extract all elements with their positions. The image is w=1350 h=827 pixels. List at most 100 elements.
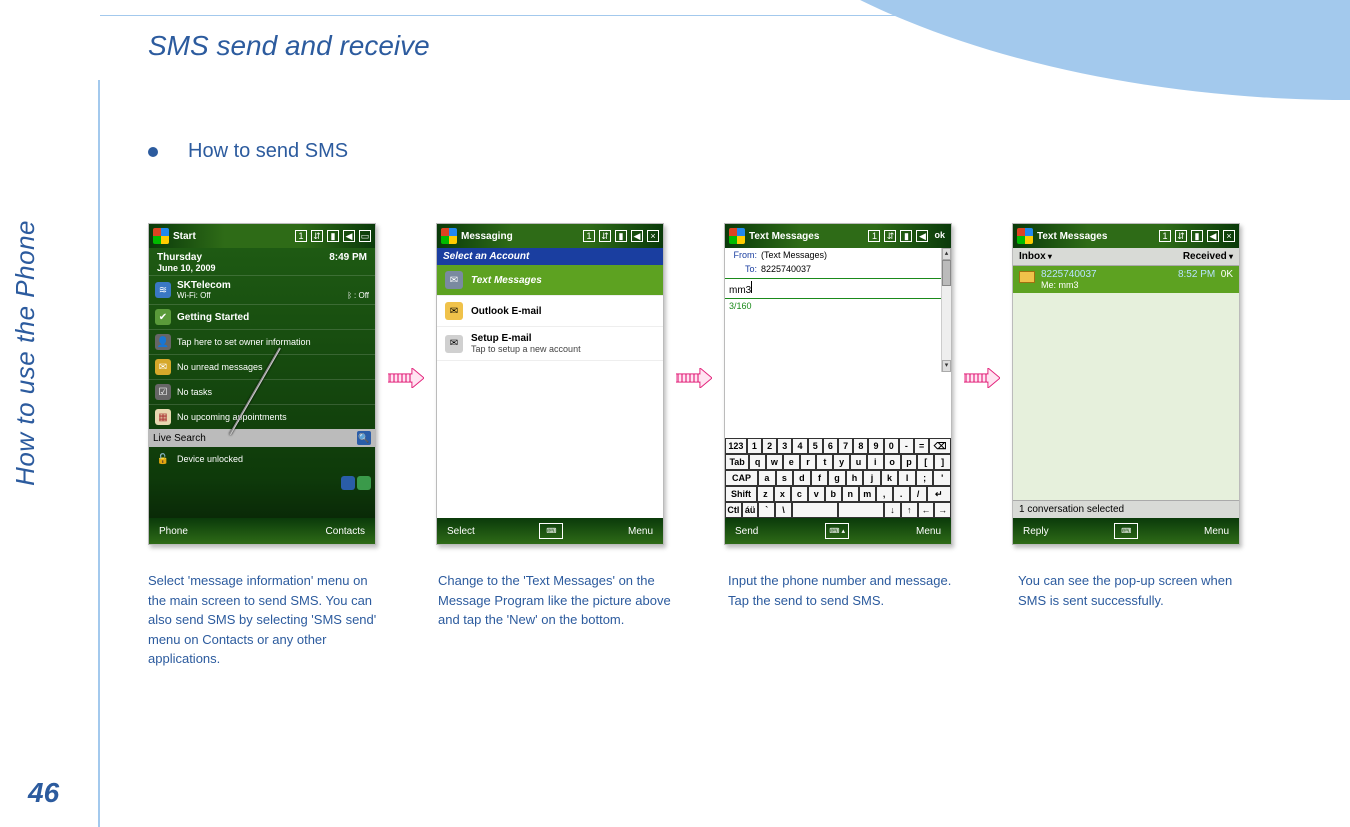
keyboard-key[interactable]: [: [917, 454, 934, 470]
appointments-item[interactable]: No upcoming appointments: [177, 412, 287, 422]
owner-info-item[interactable]: Tap here to set owner information: [177, 337, 311, 347]
account-outlook[interactable]: ✉ Outlook E-mail: [437, 296, 663, 327]
keyboard-key[interactable]: 123: [725, 438, 747, 454]
keyboard-key[interactable]: z: [757, 486, 774, 502]
live-search-button[interactable]: 🔍: [357, 431, 371, 445]
from-value[interactable]: (Text Messages): [761, 250, 827, 260]
scroll-down-button[interactable]: ▾: [942, 360, 951, 372]
keyboard-key[interactable]: /: [910, 486, 927, 502]
keyboard-key[interactable]: m: [859, 486, 876, 502]
keyboard-key[interactable]: s: [776, 470, 794, 486]
close-icon[interactable]: ×: [647, 230, 659, 242]
softkey-menu[interactable]: Menu: [628, 526, 653, 537]
device-lock-item[interactable]: Device unlocked: [177, 454, 243, 464]
keyboard-key[interactable]: w: [766, 454, 783, 470]
keyboard-key[interactable]: u: [850, 454, 867, 470]
keyboard-key[interactable]: 0: [884, 438, 899, 454]
keyboard-key[interactable]: 5: [808, 438, 823, 454]
message-field[interactable]: mm3: [729, 285, 751, 296]
keyboard-key[interactable]: p: [901, 454, 918, 470]
keyboard-key[interactable]: →: [934, 502, 951, 518]
keyboard-key[interactable]: Tab: [725, 454, 749, 470]
keyboard-key[interactable]: 1: [747, 438, 762, 454]
keyboard-icon[interactable]: ⌨: [1114, 523, 1138, 539]
softkey-send[interactable]: Send: [735, 526, 758, 537]
keyboard-key[interactable]: ↑: [901, 502, 918, 518]
keyboard-key[interactable]: y: [833, 454, 850, 470]
tasks-item[interactable]: No tasks: [177, 387, 212, 397]
account-text-messages[interactable]: ✉ Text Messages: [437, 265, 663, 296]
keyboard-key[interactable]: q: [749, 454, 766, 470]
softkey-contacts[interactable]: Contacts: [326, 526, 365, 537]
keyboard-key[interactable]: f: [811, 470, 829, 486]
keyboard-key[interactable]: =: [914, 438, 929, 454]
keyboard-key[interactable]: 3: [777, 438, 792, 454]
softkey-select[interactable]: Select: [447, 526, 475, 537]
keyboard-key[interactable]: l: [898, 470, 916, 486]
tray-icon-2[interactable]: [357, 476, 371, 490]
keyboard-key[interactable]: 6: [823, 438, 838, 454]
keyboard-key[interactable]: 9: [868, 438, 883, 454]
keyboard-key[interactable]: `: [758, 502, 775, 518]
keyboard-key[interactable]: t: [816, 454, 833, 470]
sort-dropdown[interactable]: Received: [1183, 251, 1233, 262]
keyboard-key[interactable]: o: [884, 454, 901, 470]
scroll-thumb[interactable]: [942, 260, 951, 286]
keyboard-key[interactable]: ←: [918, 502, 935, 518]
to-field[interactable]: 8225740037: [761, 264, 811, 274]
keyboard-key[interactable]: Shift: [725, 486, 757, 502]
live-search-label[interactable]: Live Search: [153, 433, 206, 444]
messages-item[interactable]: No unread messages: [177, 362, 263, 372]
keyboard-key[interactable]: ,: [876, 486, 893, 502]
keyboard-icon[interactable]: ⌨: [539, 523, 563, 539]
keyboard-key[interactable]: r: [800, 454, 817, 470]
scrollbar[interactable]: ▴ ▾: [941, 248, 951, 372]
keyboard-key[interactable]: ': [933, 470, 951, 486]
getting-started-item[interactable]: Getting Started: [177, 312, 249, 323]
keyboard-key[interactable]: ;: [916, 470, 934, 486]
softkey-reply[interactable]: Reply: [1023, 526, 1049, 537]
keyboard-key[interactable]: b: [825, 486, 842, 502]
keyboard-key[interactable]: 4: [792, 438, 807, 454]
carrier-label[interactable]: SKTelecom: [177, 280, 369, 291]
keyboard-key[interactable]: ↓: [884, 502, 901, 518]
softkey-menu[interactable]: Menu: [1204, 526, 1229, 537]
bt-status[interactable]: : Off: [354, 291, 369, 300]
keyboard-key[interactable]: i: [867, 454, 884, 470]
keyboard-key[interactable]: j: [863, 470, 881, 486]
keyboard-icon[interactable]: ⌨ ▴: [825, 523, 849, 539]
keyboard-key[interactable]: áü: [742, 502, 759, 518]
keyboard-key[interactable]: 7: [838, 438, 853, 454]
keyboard-key[interactable]: h: [846, 470, 864, 486]
keyboard-key[interactable]: CAP: [725, 470, 758, 486]
keyboard-key[interactable]: .: [893, 486, 910, 502]
account-setup-email[interactable]: ✉ Setup E-mail Tap to setup a new accoun…: [437, 327, 663, 361]
wifi-status[interactable]: Wi-Fi: Off: [177, 291, 211, 300]
on-screen-keyboard[interactable]: 1231234567890-=⌫Tabqwertyuiop[]CAPasdfgh…: [725, 438, 951, 518]
keyboard-key[interactable]: 8: [853, 438, 868, 454]
keyboard-key[interactable]: ]: [934, 454, 951, 470]
keyboard-key[interactable]: c: [791, 486, 808, 502]
scroll-up-button[interactable]: ▴: [942, 248, 951, 260]
keyboard-key[interactable]: [792, 502, 838, 518]
keyboard-key[interactable]: -: [899, 438, 914, 454]
keyboard-key[interactable]: 2: [762, 438, 777, 454]
keyboard-key[interactable]: v: [808, 486, 825, 502]
keyboard-key[interactable]: Ctl: [725, 502, 742, 518]
softkey-phone[interactable]: Phone: [159, 526, 188, 537]
folder-dropdown[interactable]: Inbox: [1019, 251, 1052, 262]
keyboard-key[interactable]: n: [842, 486, 859, 502]
keyboard-key[interactable]: a: [758, 470, 776, 486]
message-row[interactable]: 8225740037 8:52 PM 0K Me: mm3: [1013, 266, 1239, 293]
keyboard-key[interactable]: ⌫: [929, 438, 951, 454]
tray-icon-1[interactable]: [341, 476, 355, 490]
keyboard-key[interactable]: x: [774, 486, 791, 502]
keyboard-key[interactable]: k: [881, 470, 899, 486]
keyboard-key[interactable]: g: [828, 470, 846, 486]
softkey-menu[interactable]: Menu: [916, 526, 941, 537]
keyboard-key[interactable]: [838, 502, 884, 518]
keyboard-key[interactable]: \: [775, 502, 792, 518]
keyboard-key[interactable]: ↵: [927, 486, 951, 502]
ok-button[interactable]: ok: [932, 230, 947, 242]
keyboard-key[interactable]: e: [783, 454, 800, 470]
